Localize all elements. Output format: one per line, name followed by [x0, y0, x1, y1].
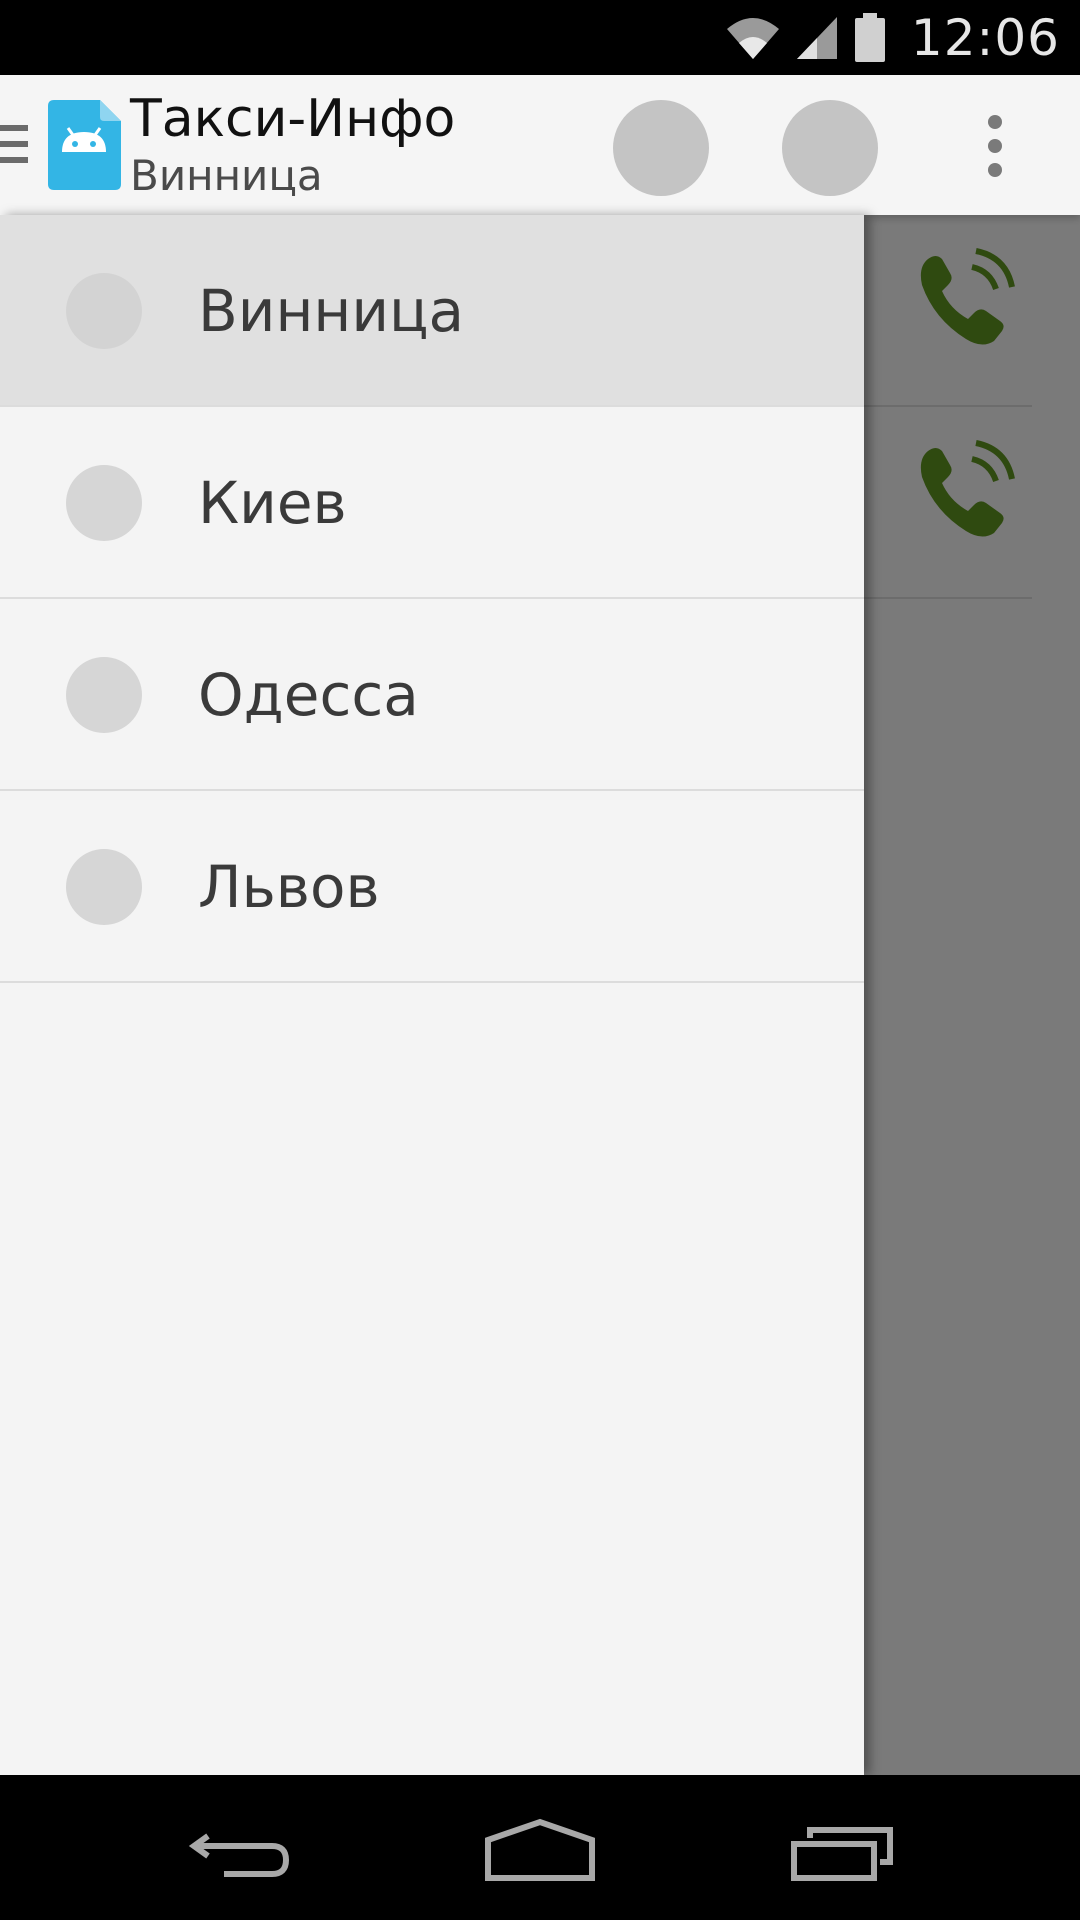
status-icons: 12:06 [725, 0, 1080, 75]
drawer-item-icon [66, 273, 142, 349]
battery-icon [854, 12, 885, 62]
drawer-item-label: Одесса [198, 661, 419, 729]
drawer-item-kyiv[interactable]: Киев [0, 407, 864, 599]
system-nav-bar [0, 1775, 1080, 1920]
list-item[interactable] [860, 407, 1032, 599]
overflow-menu-icon[interactable] [980, 115, 1010, 179]
status-time: 12:06 [910, 8, 1060, 67]
wifi-icon [726, 17, 779, 59]
back-icon[interactable] [180, 1810, 300, 1885]
home-icon[interactable] [480, 1810, 600, 1885]
drawer-item-lviv[interactable]: Львов [0, 791, 864, 983]
phone-icon[interactable] [910, 437, 1020, 547]
app-title: Такси-Инфо [130, 89, 456, 149]
status-bar: 12:06 [0, 0, 1080, 75]
action-button-2[interactable] [782, 100, 878, 196]
drawer-item-label: Львов [198, 853, 380, 921]
drawer-item-label: Винница [198, 277, 465, 345]
app-icon[interactable] [48, 100, 121, 190]
drawer-item-icon [66, 465, 142, 541]
action-bar: Такси-Инфо Винница [0, 75, 1080, 215]
signal-icon [796, 16, 837, 59]
list-item[interactable] [860, 215, 1032, 407]
drawer-item-vinnytsia[interactable]: Винница [0, 215, 864, 407]
title-block: Такси-Инфо Винница [130, 87, 455, 201]
screen: 12:06 Такси-Инфо Винница Винница Киев Од… [0, 0, 1080, 1920]
navigation-drawer: Винница Киев Одесса Львов [0, 215, 864, 1775]
drawer-item-icon [66, 849, 142, 925]
drawer-item-odesa[interactable]: Одесса [0, 599, 864, 791]
app-subtitle: Винница [130, 151, 323, 200]
action-button-1[interactable] [613, 100, 709, 196]
drawer-item-icon [66, 657, 142, 733]
phone-icon[interactable] [910, 245, 1020, 355]
drawer-item-label: Киев [198, 469, 347, 537]
menu-icon[interactable] [0, 125, 30, 169]
recents-icon[interactable] [780, 1810, 900, 1885]
